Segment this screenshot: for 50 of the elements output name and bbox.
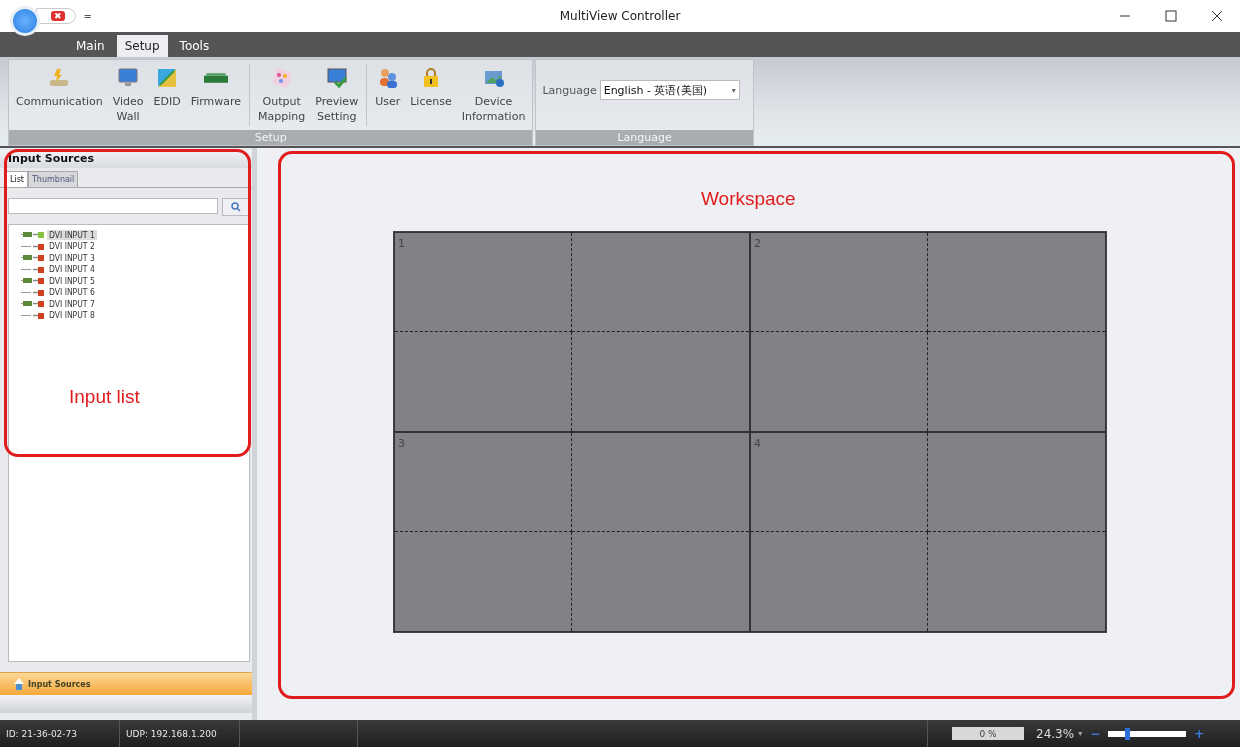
customize-quick-access[interactable]: = bbox=[83, 10, 92, 22]
input-item[interactable]: DVI INPUT 3 bbox=[47, 252, 97, 263]
language-dropdown[interactable]: English - 英语(美国) ▾ bbox=[599, 80, 740, 100]
search-button[interactable] bbox=[222, 198, 250, 216]
ribbon-button[interactable]: Firmware bbox=[185, 64, 247, 111]
ribbon-button[interactable]: License bbox=[405, 64, 457, 111]
input-item[interactable]: DVI INPUT 8 bbox=[47, 310, 97, 321]
ribbon-button[interactable]: Communication bbox=[11, 64, 108, 111]
ribbon-tab[interactable]: Setup bbox=[116, 35, 168, 57]
ribbon-button[interactable]: User bbox=[370, 64, 406, 111]
input-item[interactable]: DVI INPUT 4 bbox=[47, 264, 97, 275]
circuit-board-icon bbox=[203, 73, 228, 83]
zoom-slider[interactable] bbox=[1108, 730, 1187, 737]
device-id: ID: 21-36-02-73 bbox=[0, 720, 120, 747]
caret-icon: ▾ bbox=[731, 85, 736, 95]
input-sources-nav[interactable]: Input Sources bbox=[0, 672, 252, 695]
ribbon-button[interactable]: Device Information bbox=[456, 64, 531, 126]
input-item[interactable]: DVI INPUT 7 bbox=[47, 298, 97, 309]
caret-icon[interactable]: ▾ bbox=[1078, 729, 1083, 738]
group-label: Setup bbox=[9, 130, 533, 145]
input-item[interactable]: DVI INPUT 1 bbox=[47, 229, 97, 240]
progress-bar: 0 % bbox=[952, 727, 1024, 740]
close-quick-button[interactable]: ✖ bbox=[51, 11, 65, 21]
ribbon-button[interactable]: Output Mapping bbox=[253, 64, 311, 126]
zoom-level[interactable]: 24.3% bbox=[1036, 726, 1075, 741]
ribbon-button[interactable]: Video Wall bbox=[107, 64, 149, 126]
monitor-check-icon bbox=[324, 66, 349, 90]
search-icon bbox=[231, 202, 241, 212]
app-menu-button[interactable] bbox=[10, 6, 40, 36]
annotation-label: Input list bbox=[69, 386, 140, 408]
language-label: Language bbox=[542, 83, 597, 97]
ribbon-button[interactable]: Preview Setting bbox=[310, 64, 364, 126]
group-label: Language bbox=[536, 130, 753, 145]
input-item[interactable]: DVI INPUT 5 bbox=[47, 275, 97, 286]
window-title: MultiView Controller bbox=[559, 9, 681, 23]
ribbon-tab[interactable]: Main bbox=[68, 35, 113, 57]
search-field[interactable] bbox=[8, 198, 218, 214]
panel-tab[interactable]: Thumbnail bbox=[28, 171, 79, 187]
annotation-label: Workspace bbox=[701, 188, 796, 210]
screen-number: 2 bbox=[754, 237, 761, 250]
input-item[interactable]: DVI INPUT 6 bbox=[47, 287, 97, 298]
house-icon bbox=[14, 678, 24, 690]
input-item[interactable]: DVI INPUT 2 bbox=[47, 241, 97, 252]
screen-number: 1 bbox=[398, 237, 405, 250]
panel-tab[interactable]: List bbox=[6, 171, 28, 187]
ribbon-button[interactable]: EDID bbox=[148, 64, 186, 111]
ribbon-tab[interactable]: Tools bbox=[171, 35, 218, 57]
screen-number: 3 bbox=[398, 437, 405, 450]
screen-number: 4 bbox=[754, 437, 761, 450]
udp-address: UDP: 192.168.1.200 bbox=[120, 720, 240, 747]
